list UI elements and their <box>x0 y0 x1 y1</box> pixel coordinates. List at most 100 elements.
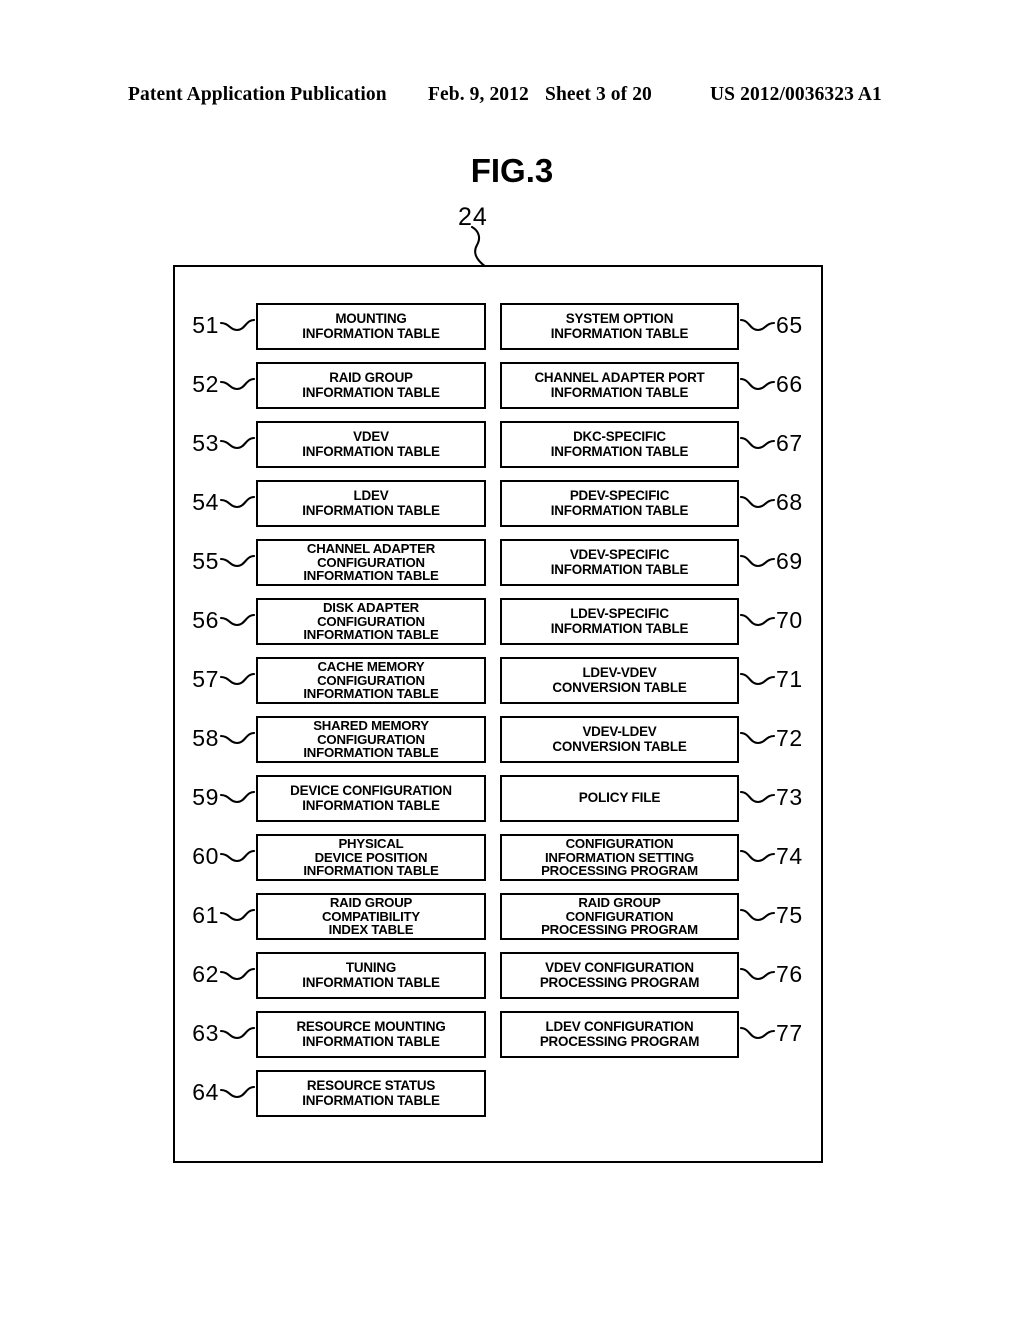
table-box-label-53: VDEV INFORMATION TABLE <box>302 429 440 459</box>
table-item-51: 51 MOUNTING INFORMATION TABLE <box>192 300 486 359</box>
table-box-76: VDEV CONFIGURATION PROCESSING PROGRAM <box>500 952 739 999</box>
leader-line-72 <box>740 731 776 745</box>
table-box-69: VDEV-SPECIFIC INFORMATION TABLE <box>500 539 739 586</box>
table-box-label-74: CONFIGURATION INFORMATION SETTING PROCES… <box>541 836 698 879</box>
reference-number-70: 70 <box>776 607 803 633</box>
reference-number-73: 73 <box>776 784 803 810</box>
table-box-67: DKC-SPECIFIC INFORMATION TABLE <box>500 421 739 468</box>
table-item-73: 73 POLICY FILE <box>500 772 802 831</box>
leader-line-65 <box>740 318 776 332</box>
reference-number-71: 71 <box>776 666 803 692</box>
table-box-label-51: MOUNTING INFORMATION TABLE <box>302 311 440 341</box>
table-box-label-65: SYSTEM OPTION INFORMATION TABLE <box>550 311 689 341</box>
table-box-57: CACHE MEMORY CONFIGURATION INFORMATION T… <box>256 657 486 704</box>
table-box-label-67: DKC-SPECIFIC INFORMATION TABLE <box>550 429 689 459</box>
table-box-label-54: LDEV INFORMATION TABLE <box>302 488 440 518</box>
table-box-66: CHANNEL ADAPTER PORT INFORMATION TABLE <box>500 362 739 409</box>
table-box-70: LDEV-SPECIFIC INFORMATION TABLE <box>500 598 739 645</box>
table-item-55: 55 CHANNEL ADAPTER CONFIGURATION INFORMAT… <box>192 536 486 595</box>
table-box-64: RESOURCE STATUS INFORMATION TABLE <box>256 1070 486 1117</box>
table-box-71: LDEV-VDEV CONVERSION TABLE <box>500 657 739 704</box>
reference-number-59: 59 <box>192 784 219 810</box>
table-item-72: 72 VDEV-LDEV CONVERSION TABLE <box>500 713 802 772</box>
leader-line-69 <box>740 554 776 568</box>
leader-line-60 <box>219 849 255 863</box>
reference-number-54: 54 <box>192 489 219 515</box>
table-box-63: RESOURCE MOUNTING INFORMATION TABLE <box>256 1011 486 1058</box>
leader-line-71 <box>740 672 776 686</box>
table-box-label-60: PHYSICAL DEVICE POSITION INFORMATION TAB… <box>303 836 439 879</box>
reference-number-75: 75 <box>776 902 803 928</box>
leader-line-64 <box>219 1085 255 1099</box>
leader-line-58 <box>219 731 255 745</box>
reference-number-56: 56 <box>192 607 219 633</box>
table-box-label-58: SHARED MEMORY CONFIGURATION INFORMATION … <box>303 718 439 761</box>
figure-title: FIG.3 <box>470 152 554 189</box>
reference-number-64: 64 <box>192 1079 219 1105</box>
table-item-52: 52 RAID GROUP INFORMATION TABLE <box>192 359 486 418</box>
table-item-77: 77 LDEV CONFIGURATION PROCESSING PROGRAM <box>500 1008 802 1067</box>
patent-page-header: Patent Application Publication Feb. 9, 2… <box>0 84 1024 112</box>
table-box-label-66: CHANNEL ADAPTER PORT INFORMATION TABLE <box>534 370 705 400</box>
table-item-71: 71 LDEV-VDEV CONVERSION TABLE <box>500 654 802 713</box>
table-box-73: POLICY FILE <box>500 775 739 822</box>
reference-number-52: 52 <box>192 371 219 397</box>
leader-line-67 <box>740 436 776 450</box>
table-box-label-68: PDEV-SPECIFIC INFORMATION TABLE <box>550 488 689 518</box>
leader-line-68 <box>740 495 776 509</box>
leader-line-53 <box>219 436 255 450</box>
leader-line-73 <box>740 790 776 804</box>
table-item-67: 67 DKC-SPECIFIC INFORMATION TABLE <box>500 418 802 477</box>
memory-container-box: 51 MOUNTING INFORMATION TABLE 52 RAID GROUP… <box>173 265 823 1163</box>
table-box-label-70: LDEV-SPECIFIC INFORMATION TABLE <box>550 606 689 636</box>
table-item-60: 60 PHYSICAL DEVICE POSITION INFORMATION T… <box>192 831 486 890</box>
table-item-53: 53 VDEV INFORMATION TABLE <box>192 418 486 477</box>
table-box-56: DISK ADAPTER CONFIGURATION INFORMATION T… <box>256 598 486 645</box>
table-box-52: RAID GROUP INFORMATION TABLE <box>256 362 486 409</box>
reference-number-69: 69 <box>776 548 803 574</box>
reference-number-66: 66 <box>776 371 803 397</box>
table-box-label-72: VDEV-LDEV CONVERSION TABLE <box>552 724 687 754</box>
leader-line-70 <box>740 613 776 627</box>
leader-line-54 <box>219 495 255 509</box>
leader-line-59 <box>219 790 255 804</box>
table-item-65: 65 SYSTEM OPTION INFORMATION TABLE <box>500 300 802 359</box>
table-item-62: 62 TUNING INFORMATION TABLE <box>192 949 486 1008</box>
table-box-54: LDEV INFORMATION TABLE <box>256 480 486 527</box>
leader-line-75 <box>740 908 776 922</box>
reference-number-53: 53 <box>192 430 219 456</box>
table-box-label-71: LDEV-VDEV CONVERSION TABLE <box>552 665 687 695</box>
table-item-63: 63 RESOURCE MOUNTING INFORMATION TABLE <box>192 1008 486 1067</box>
table-box-label-56: DISK ADAPTER CONFIGURATION INFORMATION T… <box>303 600 439 643</box>
table-box-label-76: VDEV CONFIGURATION PROCESSING PROGRAM <box>539 960 700 990</box>
reference-number-57: 57 <box>192 666 219 692</box>
table-item-56: 56 DISK ADAPTER CONFIGURATION INFORMATION… <box>192 595 486 654</box>
reference-number-72: 72 <box>776 725 803 751</box>
table-box-label-59: DEVICE CONFIGURATION INFORMATION TABLE <box>290 783 452 813</box>
reference-number-58: 58 <box>192 725 219 751</box>
table-box-label-63: RESOURCE MOUNTING INFORMATION TABLE <box>296 1019 446 1049</box>
leader-line-51 <box>219 318 255 332</box>
reference-number-55: 55 <box>192 548 219 574</box>
reference-number-62: 62 <box>192 961 219 987</box>
reference-number-65: 65 <box>776 312 803 338</box>
table-box-62: TUNING INFORMATION TABLE <box>256 952 486 999</box>
reference-number-68: 68 <box>776 489 803 515</box>
leader-line-66 <box>740 377 776 391</box>
table-box-59: DEVICE CONFIGURATION INFORMATION TABLE <box>256 775 486 822</box>
table-item-66: 66 CHANNEL ADAPTER PORT INFORMATION TABLE <box>500 359 802 418</box>
table-item-54: 54 LDEV INFORMATION TABLE <box>192 477 486 536</box>
table-box-label-64: RESOURCE STATUS INFORMATION TABLE <box>302 1078 440 1108</box>
table-box-label-62: TUNING INFORMATION TABLE <box>302 960 440 990</box>
table-item-75: 75 RAID GROUP CONFIGURATION PROCESSING PR… <box>500 890 802 949</box>
table-box-72: VDEV-LDEV CONVERSION TABLE <box>500 716 739 763</box>
table-item-58: 58 SHARED MEMORY CONFIGURATION INFORMATIO… <box>192 713 486 772</box>
table-item-68: 68 PDEV-SPECIFIC INFORMATION TABLE <box>500 477 802 536</box>
table-item-76: 76 VDEV CONFIGURATION PROCESSING PROGRAM <box>500 949 802 1008</box>
table-box-75: RAID GROUP CONFIGURATION PROCESSING PROG… <box>500 893 739 940</box>
table-box-label-57: CACHE MEMORY CONFIGURATION INFORMATION T… <box>303 659 439 702</box>
table-item-74: 74 CONFIGURATION INFORMATION SETTING PROC… <box>500 831 802 890</box>
table-box-58: SHARED MEMORY CONFIGURATION INFORMATION … <box>256 716 486 763</box>
reference-number-67: 67 <box>776 430 803 456</box>
table-item-70: 70 LDEV-SPECIFIC INFORMATION TABLE <box>500 595 802 654</box>
